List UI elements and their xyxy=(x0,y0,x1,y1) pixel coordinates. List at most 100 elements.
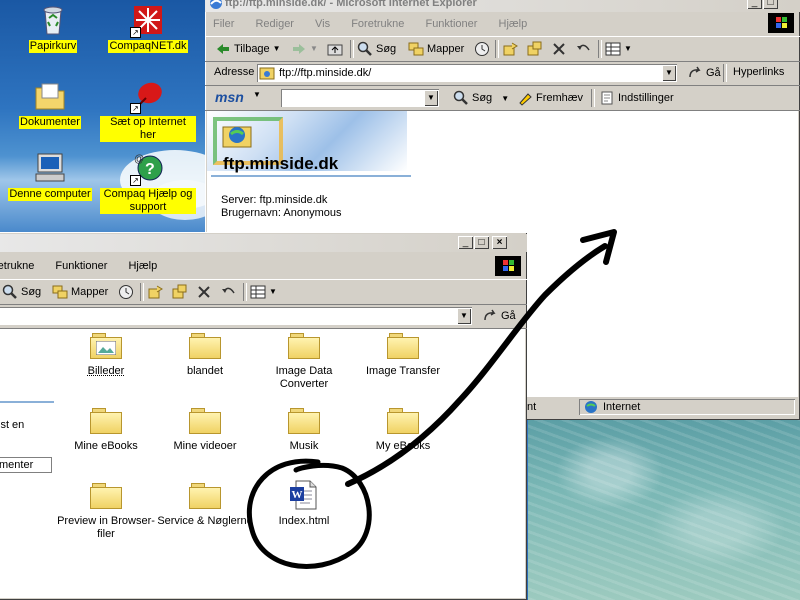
settings-pencil-icon xyxy=(599,90,615,106)
back-arrow-icon xyxy=(215,41,231,57)
msn-search-dropdown[interactable]: ▼ xyxy=(424,90,438,106)
explorer-title-bar[interactable] xyxy=(0,234,527,252)
ie-move-to-button[interactable] xyxy=(503,37,519,61)
ie-back-button[interactable]: Tilbage ▼ xyxy=(215,37,281,61)
folder-label-pictures[interactable]: Billeder xyxy=(56,365,156,378)
highlighter-icon xyxy=(517,90,533,106)
ie-menu-help[interactable]: Hjælp xyxy=(499,18,528,30)
explorer-window[interactable]: _ □ × retrukne Funktioner Hjælp Søg Mapp… xyxy=(0,232,527,600)
delete-x-icon xyxy=(551,41,567,57)
explorer-menu-favorites[interactable]: retrukne xyxy=(0,260,34,272)
ie-menu-file[interactable]: Filer xyxy=(213,18,234,30)
ie-links-label[interactable]: Hyperlinks xyxy=(733,66,784,78)
msn-settings-label: Indstillinger xyxy=(618,92,674,104)
ie-up-folder-button[interactable] xyxy=(327,37,343,61)
msn-settings-button[interactable]: Indstillinger xyxy=(599,86,674,110)
desktop-icon-label: Denne computer xyxy=(8,188,92,201)
desktop-icon-compaqnet[interactable]: ↗ CompaqNET.dk xyxy=(100,4,196,53)
folder-icon[interactable] xyxy=(189,408,221,434)
msn-logo[interactable]: msn xyxy=(215,89,244,105)
explorer-folders-label: Mapper xyxy=(71,286,109,298)
folder-icon[interactable] xyxy=(387,333,419,359)
ie-maximize-button[interactable]: □ xyxy=(763,0,778,9)
explorer-views-button[interactable]: ▼ xyxy=(250,280,277,304)
address-dropdown-arrow[interactable]: ▼ xyxy=(457,308,471,324)
folder-label-preview-in-browser[interactable]: Preview in Browser-filer xyxy=(56,515,156,541)
file-label-index-html[interactable]: Index.html xyxy=(254,515,354,528)
folder-label-image-transfer[interactable]: Image Transfer xyxy=(353,365,453,378)
explorer-content-area: ist en menter Billeder blandet Image Dat… xyxy=(0,329,525,598)
ie-go-button[interactable]: Gå xyxy=(687,61,721,85)
folder-icon[interactable] xyxy=(90,408,122,434)
ie-history-button[interactable] xyxy=(474,37,490,61)
ie-menu-edit[interactable]: Rediger xyxy=(255,18,294,30)
ie-title-bar[interactable]: ftp://ftp.minside.dk/ - Microsoft Intern… xyxy=(205,0,800,12)
desktop-icon-my-computer[interactable]: Denne computer xyxy=(2,152,98,201)
ie-menu-favorites[interactable]: Foretrukne xyxy=(351,18,404,30)
left-pane-field[interactable]: menter xyxy=(0,457,52,473)
explorer-close-button[interactable]: × xyxy=(492,236,507,249)
explorer-folders-button[interactable]: Mapper xyxy=(52,280,108,304)
msn-search-input[interactable]: ▼ xyxy=(281,89,439,107)
ie-minimize-button[interactable]: _ xyxy=(747,0,762,9)
folder-icon[interactable] xyxy=(288,333,320,359)
ie-views-button[interactable]: ▼ xyxy=(605,37,632,61)
address-dropdown-arrow[interactable]: ▼ xyxy=(662,65,676,81)
internet-setup-icon: ↗ xyxy=(130,80,164,114)
ie-address-input[interactable]: ftp://ftp.minside.dk/ ▼ xyxy=(257,64,677,82)
explorer-minimize-button[interactable]: _ xyxy=(458,236,473,249)
explorer-history-button[interactable] xyxy=(118,280,134,304)
explorer-move-to-button[interactable] xyxy=(148,280,164,304)
folder-label-mine-ebooks[interactable]: Mine eBooks xyxy=(56,440,156,453)
msn-logo-dropdown[interactable]: ▼ xyxy=(253,90,261,99)
ftp-user-line: Brugernavn: Anonymous xyxy=(221,207,342,219)
desktop-icon-label: Sæt op Internet her xyxy=(100,116,196,142)
folder-icon[interactable] xyxy=(288,408,320,434)
folder-icon[interactable] xyxy=(189,333,221,359)
desktop-icon-label: CompaqNET.dk xyxy=(108,40,188,53)
folder-label-blandet[interactable]: blandet xyxy=(155,365,255,378)
folder-icon[interactable] xyxy=(90,483,122,509)
ie-menu-tools[interactable]: Funktioner xyxy=(425,18,477,30)
undo-icon xyxy=(575,41,591,57)
folder-icon[interactable] xyxy=(189,483,221,509)
search-icon xyxy=(2,284,18,300)
ie-folders-label: Mapper xyxy=(427,43,465,55)
ie-menu-view[interactable]: Vis xyxy=(315,18,330,30)
explorer-menu-help[interactable]: Hjælp xyxy=(128,260,157,272)
folder-icon[interactable] xyxy=(387,408,419,434)
ie-menu-bar: Filer Rediger Vis Foretrukne Funktioner … xyxy=(205,14,800,34)
desktop-icon-recycle-bin[interactable]: Papirkurv xyxy=(5,4,101,53)
folder-label-mine-videoer[interactable]: Mine videoer xyxy=(155,440,255,453)
folder-label-service-noglerne[interactable]: Service & Nøglerne xyxy=(155,515,255,528)
ie-delete-button[interactable] xyxy=(551,37,567,61)
explorer-search-button[interactable]: Søg xyxy=(2,280,41,304)
ie-folders-button[interactable]: Mapper xyxy=(408,37,464,61)
shortcut-arrow-icon: ↗ xyxy=(130,175,141,186)
explorer-address-input[interactable]: ▼ xyxy=(0,307,472,325)
desktop-icon-documents[interactable]: Dokumenter xyxy=(2,80,98,129)
ie-forward-button[interactable]: ▼ xyxy=(291,37,318,61)
explorer-delete-button[interactable] xyxy=(196,280,212,304)
explorer-go-button[interactable]: Gå xyxy=(482,304,516,328)
ie-undo-button[interactable] xyxy=(575,37,591,61)
msn-search-button[interactable]: Søg ▼ xyxy=(453,86,509,110)
desktop-icon-compaq-help[interactable]: ? @ ↗ Compaq Hjælp og support xyxy=(100,152,196,214)
pictures-folder-icon[interactable] xyxy=(90,333,122,359)
ie-copy-to-button[interactable] xyxy=(527,37,543,61)
explorer-undo-button[interactable] xyxy=(220,280,236,304)
folder-label-image-data-converter[interactable]: Image Data Converter xyxy=(254,365,354,391)
explorer-menu-tools[interactable]: Funktioner xyxy=(55,260,107,272)
ie-zone-label: Internet xyxy=(603,401,641,413)
folder-label-musik[interactable]: Musik xyxy=(254,440,354,453)
history-icon xyxy=(474,41,490,57)
msn-highlight-button[interactable]: Fremhæv xyxy=(517,86,583,110)
explorer-maximize-button[interactable]: □ xyxy=(474,236,489,249)
folder-label-my-ebooks[interactable]: My eBooks xyxy=(353,440,453,453)
word-document-icon[interactable]: W xyxy=(288,479,320,511)
desktop-icon-setup-internet[interactable]: ↗ Sæt op Internet her xyxy=(100,80,196,142)
explorer-copy-to-button[interactable] xyxy=(172,280,188,304)
ftp-server-line: Server: ftp.minside.dk xyxy=(221,194,328,206)
ie-back-label: Tilbage xyxy=(234,43,270,55)
ie-search-button[interactable]: Søg xyxy=(357,37,396,61)
